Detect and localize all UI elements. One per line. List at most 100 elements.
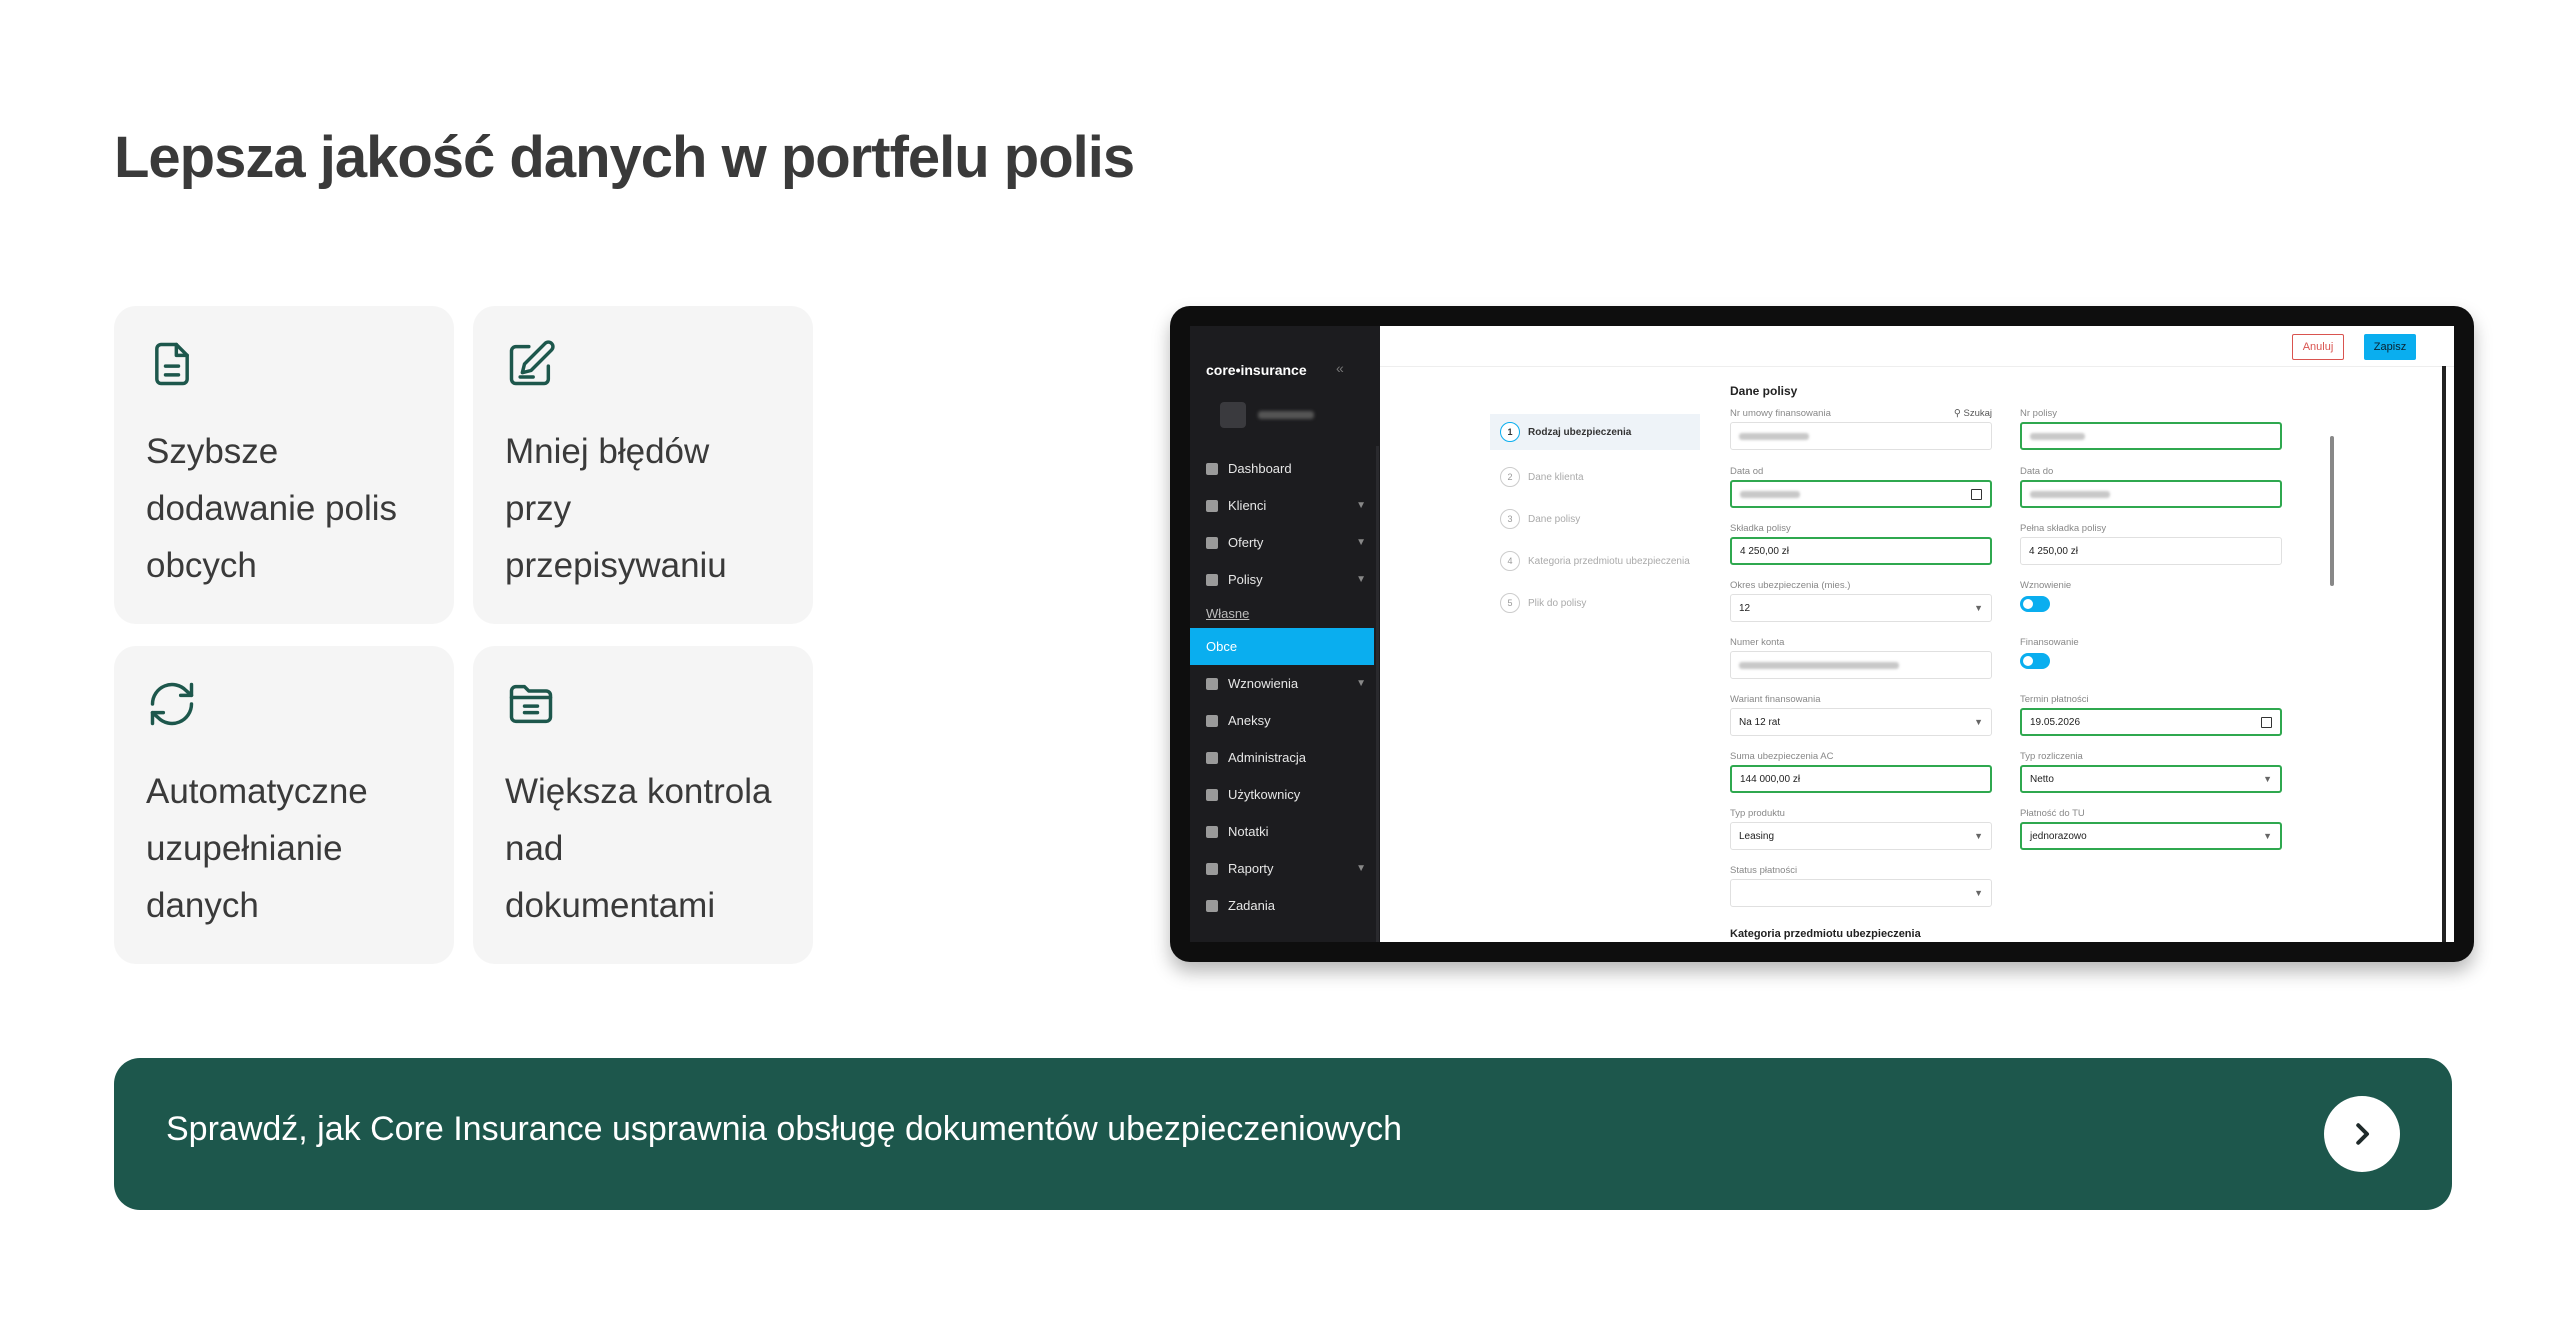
typ-rozliczenia-field: Typ rozliczenia Netto ▼ [2020,751,2282,793]
sidebar-item-wlasne[interactable]: Własne [1190,598,1380,628]
sidebar-item-klienci[interactable]: Klienci ▼ [1190,487,1380,524]
app-topbar: Anuluj Zapisz [1380,326,2454,367]
search-link[interactable]: ⚲ Szukaj [1954,408,1992,419]
feature-card-text: Automatyczne uzupełnianie danych [146,772,368,925]
data-do-input[interactable] [2020,480,2282,508]
avatar [1220,402,1246,428]
nr-polisy-field: Nr polisy [2020,408,2282,450]
termin-field: Termin płatności 19.05.2026 [2020,694,2282,736]
feature-card-fast-adding: Szybsze dodawanie polis obcych [114,306,454,624]
cta-text: Sprawdź, jak Core Insurance usprawnia ob… [166,1110,1403,1148]
dropdown-arrow-icon: ▼ [2263,774,2272,784]
cancel-button[interactable]: Anuluj [2292,334,2344,360]
data-od-input[interactable] [1730,480,1992,508]
calendar-icon[interactable] [1971,488,1982,500]
skladka-input[interactable]: 4 250,00 zł [1730,537,1992,565]
finansowanie-field: Finansowanie [2020,637,2282,669]
finansowanie-toggle[interactable] [2020,653,2050,669]
chevron-down-icon: ▼ [1356,574,1366,585]
chevron-down-icon: ▼ [1356,678,1366,689]
feature-card-text: Większa kontrola nad dokumentami [505,772,772,925]
form-scrollbar[interactable] [2330,436,2334,586]
wariant-field: Wariant finansowania Na 12 rat ▼ [1730,694,1992,736]
cta-banner[interactable]: Sprawdź, jak Core Insurance usprawnia ob… [114,1058,2452,1210]
cta-arrow-button[interactable] [2324,1096,2400,1172]
status-select[interactable]: ▼ [1730,879,1992,907]
sidebar-item-oferty[interactable]: Oferty ▼ [1190,524,1380,561]
sidebar-item-polisy[interactable]: Polisy ▼ [1190,561,1380,598]
app-sidebar: core•insurance « Dashboard Klienci ▼ Ofer… [1190,326,1380,942]
status-field: Status płatności ▼ [1730,865,1992,907]
dropdown-arrow-icon: ▼ [1974,717,1983,727]
nr-polisy-input[interactable] [2020,422,2282,450]
sidebar-item-uzytkownicy[interactable]: Użytkownicy [1190,776,1380,813]
step-kategoria[interactable]: 4 Kategoria przedmiotu ubezpieczenia [1490,540,1700,582]
nr-umowy-field: Nr umowy finansowania ⚲ Szukaj [1730,408,1992,450]
nr-umowy-input[interactable] [1730,422,1992,450]
wznowienie-toggle[interactable] [2020,596,2050,612]
section-title: Dane polisy [1730,384,1798,398]
sidebar-scrollbar[interactable] [1376,446,1379,942]
dropdown-arrow-icon: ▼ [1974,603,1983,613]
wizard-steps: 1 Rodzaj ubezpieczenia 2 Dane klienta 3 Dan… [1490,414,1700,624]
users-icon [1206,788,1218,801]
okres-field: Okres ubezpieczenia (mies.) 12 ▼ [1730,580,1992,622]
collapse-icon[interactable]: « [1336,360,1344,376]
tasks-icon [1206,899,1218,912]
renewal-icon [1206,677,1218,690]
dropdown-arrow-icon: ▼ [1974,831,1983,841]
offers-icon [1206,536,1218,549]
data-od-field: Data od [1730,466,1992,508]
app-screen: core•insurance « Dashboard Klienci ▼ Ofer… [1190,326,2454,942]
pelna-skladka-input[interactable]: 4 250,00 zł [2020,537,2282,565]
dashboard-icon [1206,462,1218,475]
suma-input[interactable]: 144 000,00 zł [1730,765,1992,793]
numer-konta-field: Numer konta [1730,637,1992,679]
save-button[interactable]: Zapisz [2364,334,2416,360]
sidebar-item-aneksy[interactable]: Aneksy [1190,702,1380,739]
typ-rozliczenia-select[interactable]: Netto ▼ [2020,765,2282,793]
wariant-select[interactable]: Na 12 rat ▼ [1730,708,1992,736]
typ-produktu-select[interactable]: Leasing ▼ [1730,822,1992,850]
sidebar-nav: Dashboard Klienci ▼ Oferty ▼ Polisy ▼ Własn… [1190,450,1380,924]
edit-icon [509,340,555,386]
sidebar-item-administracja[interactable]: Administracja [1190,739,1380,776]
notes-icon [1206,825,1218,838]
suma-field: Suma ubezpieczenia AC 144 000,00 zł [1730,751,1992,793]
sidebar-item-raporty[interactable]: Raporty ▼ [1190,850,1380,887]
calendar-icon[interactable] [2261,716,2272,728]
clients-icon [1206,499,1218,512]
step-plik[interactable]: 5 Plik do polisy [1490,582,1700,624]
shield-icon [1206,573,1218,586]
sidebar-item-dashboard[interactable]: Dashboard [1190,450,1380,487]
chevron-down-icon: ▼ [1356,500,1366,511]
chevron-down-icon: ▼ [1356,537,1366,548]
folder-icon [509,684,553,724]
data-do-field: Data do [2020,466,2282,508]
section-title-category: Kategoria przedmiotu ubezpieczenia [1730,928,1921,940]
step-rodzaj-ubezpieczenia[interactable]: 1 Rodzaj ubezpieczenia [1490,414,1700,450]
sidebar-item-notatki[interactable]: Notatki [1190,813,1380,850]
app-logo: core•insurance [1206,362,1307,378]
refresh-icon [150,682,194,726]
page-scrollbar[interactable] [2442,366,2446,942]
sidebar-item-obce[interactable]: Obce [1190,628,1374,665]
feature-card-document-control: Większa kontrola nad dokumentami [473,646,813,964]
feature-card-text: Mniej błędów przy przepisywaniu [505,432,727,585]
step-dane-polisy[interactable]: 3 Dane polisy [1490,498,1700,540]
sidebar-item-wznowienia[interactable]: Wznowienia ▼ [1190,665,1380,702]
numer-konta-input[interactable] [1730,651,1992,679]
skladka-field: Składka polisy 4 250,00 zł [1730,523,1992,565]
termin-input[interactable]: 19.05.2026 [2020,708,2282,736]
sidebar-item-zadania[interactable]: Zadania [1190,887,1380,924]
step-dane-klienta[interactable]: 2 Dane klienta [1490,456,1700,498]
document-icon [155,342,189,386]
admin-icon [1206,751,1218,764]
typ-produktu-field: Typ produktu Leasing ▼ [1730,808,1992,850]
user-name-blurred [1258,411,1314,419]
page-title: Lepsza jakość danych w portfelu polis [114,125,1135,190]
platnosc-select[interactable]: jednorazowo ▼ [2020,822,2282,850]
user-profile[interactable] [1220,402,1314,428]
reports-icon [1206,862,1218,875]
okres-select[interactable]: 12 ▼ [1730,594,1992,622]
